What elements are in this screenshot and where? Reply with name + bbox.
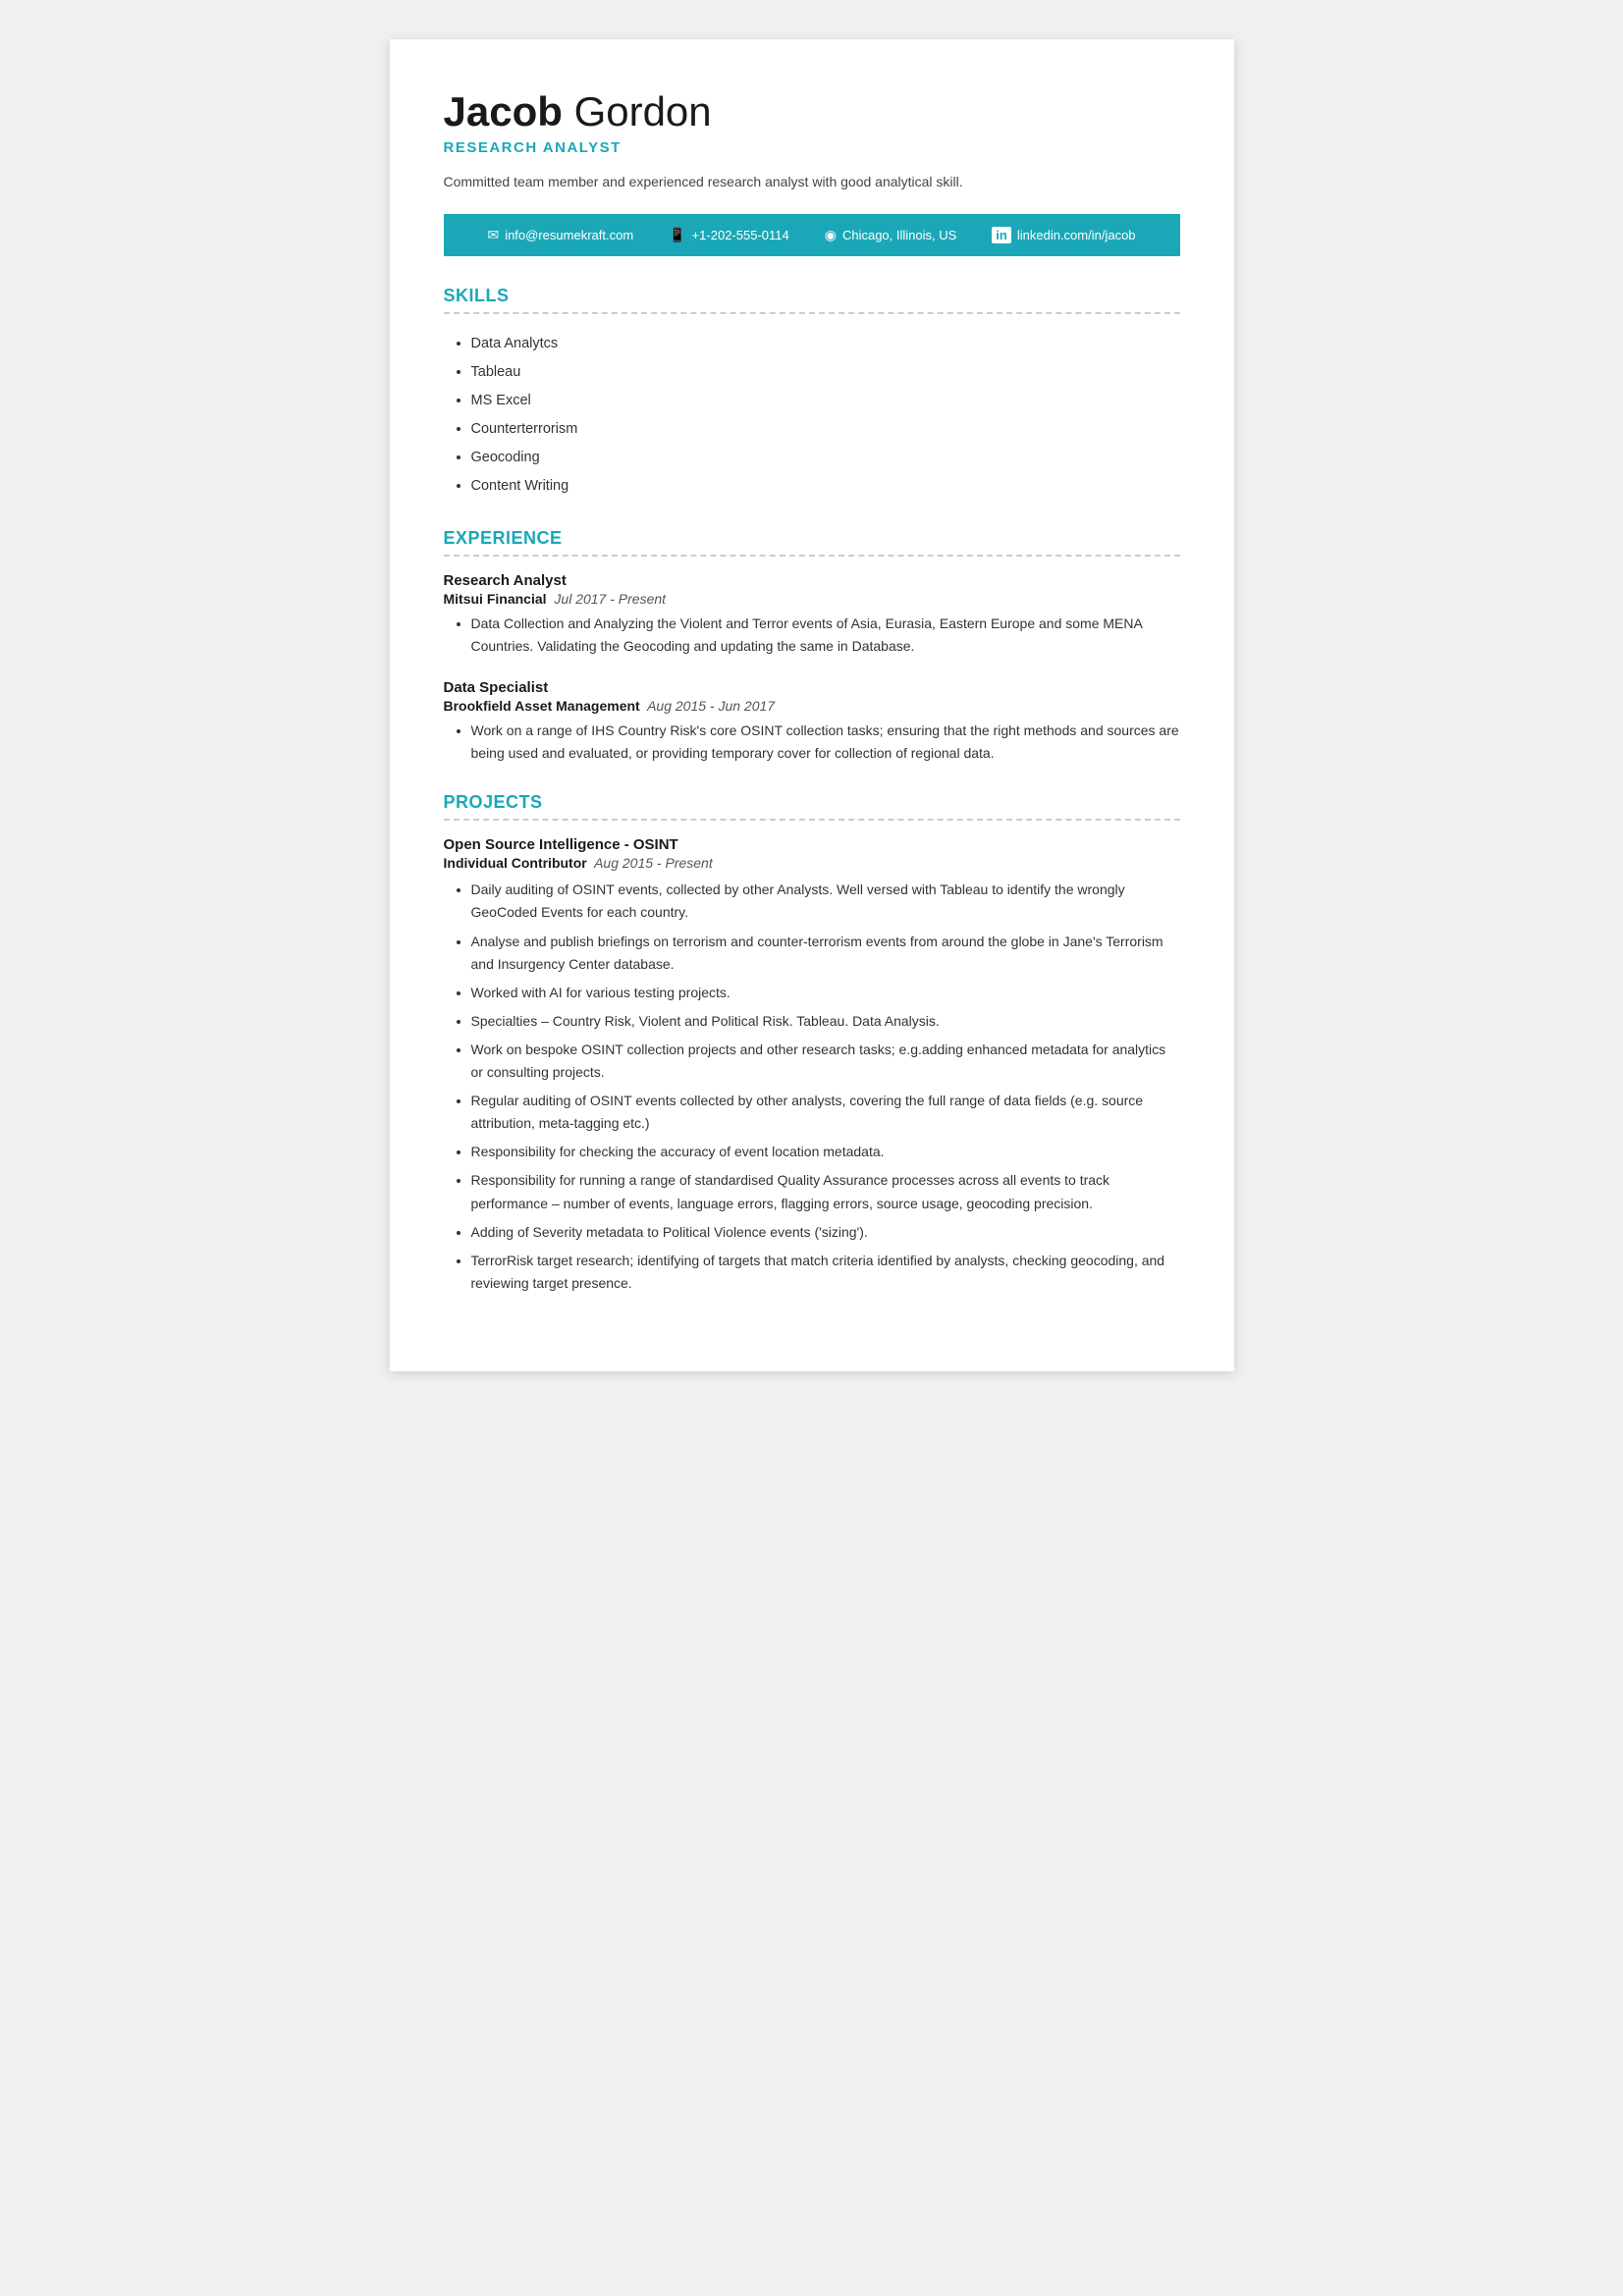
skill-item: MS Excel bbox=[471, 387, 1180, 415]
projects-divider bbox=[444, 819, 1180, 821]
proj-bullet: Daily auditing of OSINT events, collecte… bbox=[471, 879, 1180, 924]
contact-bar: ✉ info@resumekraft.com 📱 +1-202-555-0114… bbox=[444, 214, 1180, 256]
skills-list: Data AnalytcsTableauMS ExcelCounterterro… bbox=[444, 330, 1180, 501]
exp-bullets: Work on a range of IHS Country Risk's co… bbox=[444, 720, 1180, 765]
skills-section: SKILLS Data AnalytcsTableauMS ExcelCount… bbox=[444, 286, 1180, 501]
first-name: Jacob bbox=[444, 88, 563, 134]
proj-bullet: Adding of Severity metadata to Political… bbox=[471, 1221, 1180, 1244]
last-name: Gordon bbox=[574, 88, 712, 134]
contact-linkedin: in linkedin.com/in/jacob bbox=[992, 227, 1135, 243]
contact-email: ✉ info@resumekraft.com bbox=[487, 227, 633, 243]
proj-name: Open Source Intelligence - OSINT bbox=[444, 836, 1180, 853]
projects-section: PROJECTS Open Source Intelligence - OSIN… bbox=[444, 792, 1180, 1295]
proj-bullet: Regular auditing of OSINT events collect… bbox=[471, 1090, 1180, 1135]
exp-company-line: Brookfield Asset Management Aug 2015 - J… bbox=[444, 698, 1180, 714]
phone-icon: 📱 bbox=[669, 227, 685, 243]
skill-item: Counterterrorism bbox=[471, 415, 1180, 444]
projects-list: Open Source Intelligence - OSINT Individu… bbox=[444, 836, 1180, 1295]
project-item: Open Source Intelligence - OSINT Individu… bbox=[444, 836, 1180, 1295]
header-name: Jacob Gordon bbox=[444, 88, 1180, 135]
projects-title: PROJECTS bbox=[444, 792, 1180, 813]
proj-bullets: Daily auditing of OSINT events, collecte… bbox=[444, 879, 1180, 1295]
header-summary: Committed team member and experienced re… bbox=[444, 172, 1180, 192]
contact-phone: 📱 +1-202-555-0114 bbox=[669, 227, 789, 243]
exp-bullet: Data Collection and Analyzing the Violen… bbox=[471, 613, 1180, 658]
proj-bullet: Analyse and publish briefings on terrori… bbox=[471, 931, 1180, 976]
exp-company-line: Mitsui Financial Jul 2017 - Present bbox=[444, 591, 1180, 607]
experience-item: Research Analyst Mitsui Financial Jul 201… bbox=[444, 572, 1180, 658]
skill-item: Content Writing bbox=[471, 472, 1180, 501]
skills-divider bbox=[444, 312, 1180, 314]
exp-bullets: Data Collection and Analyzing the Violen… bbox=[444, 613, 1180, 658]
experience-divider bbox=[444, 555, 1180, 557]
linkedin-icon: in bbox=[992, 227, 1011, 243]
proj-bullet: TerrorRisk target research; identifying … bbox=[471, 1250, 1180, 1295]
linkedin-text: linkedin.com/in/jacob bbox=[1017, 228, 1136, 242]
proj-bullet: Responsibility for checking the accuracy… bbox=[471, 1141, 1180, 1163]
exp-role: Research Analyst bbox=[444, 572, 1180, 589]
skill-item: Data Analytcs bbox=[471, 330, 1180, 358]
proj-bullet: Specialties – Country Risk, Violent and … bbox=[471, 1010, 1180, 1033]
experience-section: EXPERIENCE Research Analyst Mitsui Financ… bbox=[444, 528, 1180, 765]
experience-title: EXPERIENCE bbox=[444, 528, 1180, 549]
exp-bullet: Work on a range of IHS Country Risk's co… bbox=[471, 720, 1180, 765]
experience-item: Data Specialist Brookfield Asset Manageme… bbox=[444, 679, 1180, 765]
location-icon: ◉ bbox=[825, 227, 837, 243]
resume-container: Jacob Gordon RESEARCH ANALYST Committed … bbox=[390, 39, 1234, 1371]
phone-text: +1-202-555-0114 bbox=[692, 228, 789, 242]
proj-bullet: Work on bespoke OSINT collection project… bbox=[471, 1039, 1180, 1084]
proj-contributor-line: Individual Contributor Aug 2015 - Presen… bbox=[444, 855, 1180, 871]
proj-bullet: Responsibility for running a range of st… bbox=[471, 1169, 1180, 1214]
skills-title: SKILLS bbox=[444, 286, 1180, 306]
experience-list: Research Analyst Mitsui Financial Jul 201… bbox=[444, 572, 1180, 765]
contact-location: ◉ Chicago, Illinois, US bbox=[825, 227, 957, 243]
skill-item: Tableau bbox=[471, 358, 1180, 387]
proj-bullet: Worked with AI for various testing proje… bbox=[471, 982, 1180, 1004]
header-title: RESEARCH ANALYST bbox=[444, 139, 1180, 156]
exp-role: Data Specialist bbox=[444, 679, 1180, 696]
email-text: info@resumekraft.com bbox=[505, 228, 633, 242]
skill-item: Geocoding bbox=[471, 444, 1180, 472]
location-text: Chicago, Illinois, US bbox=[842, 228, 956, 242]
email-icon: ✉ bbox=[487, 227, 499, 243]
